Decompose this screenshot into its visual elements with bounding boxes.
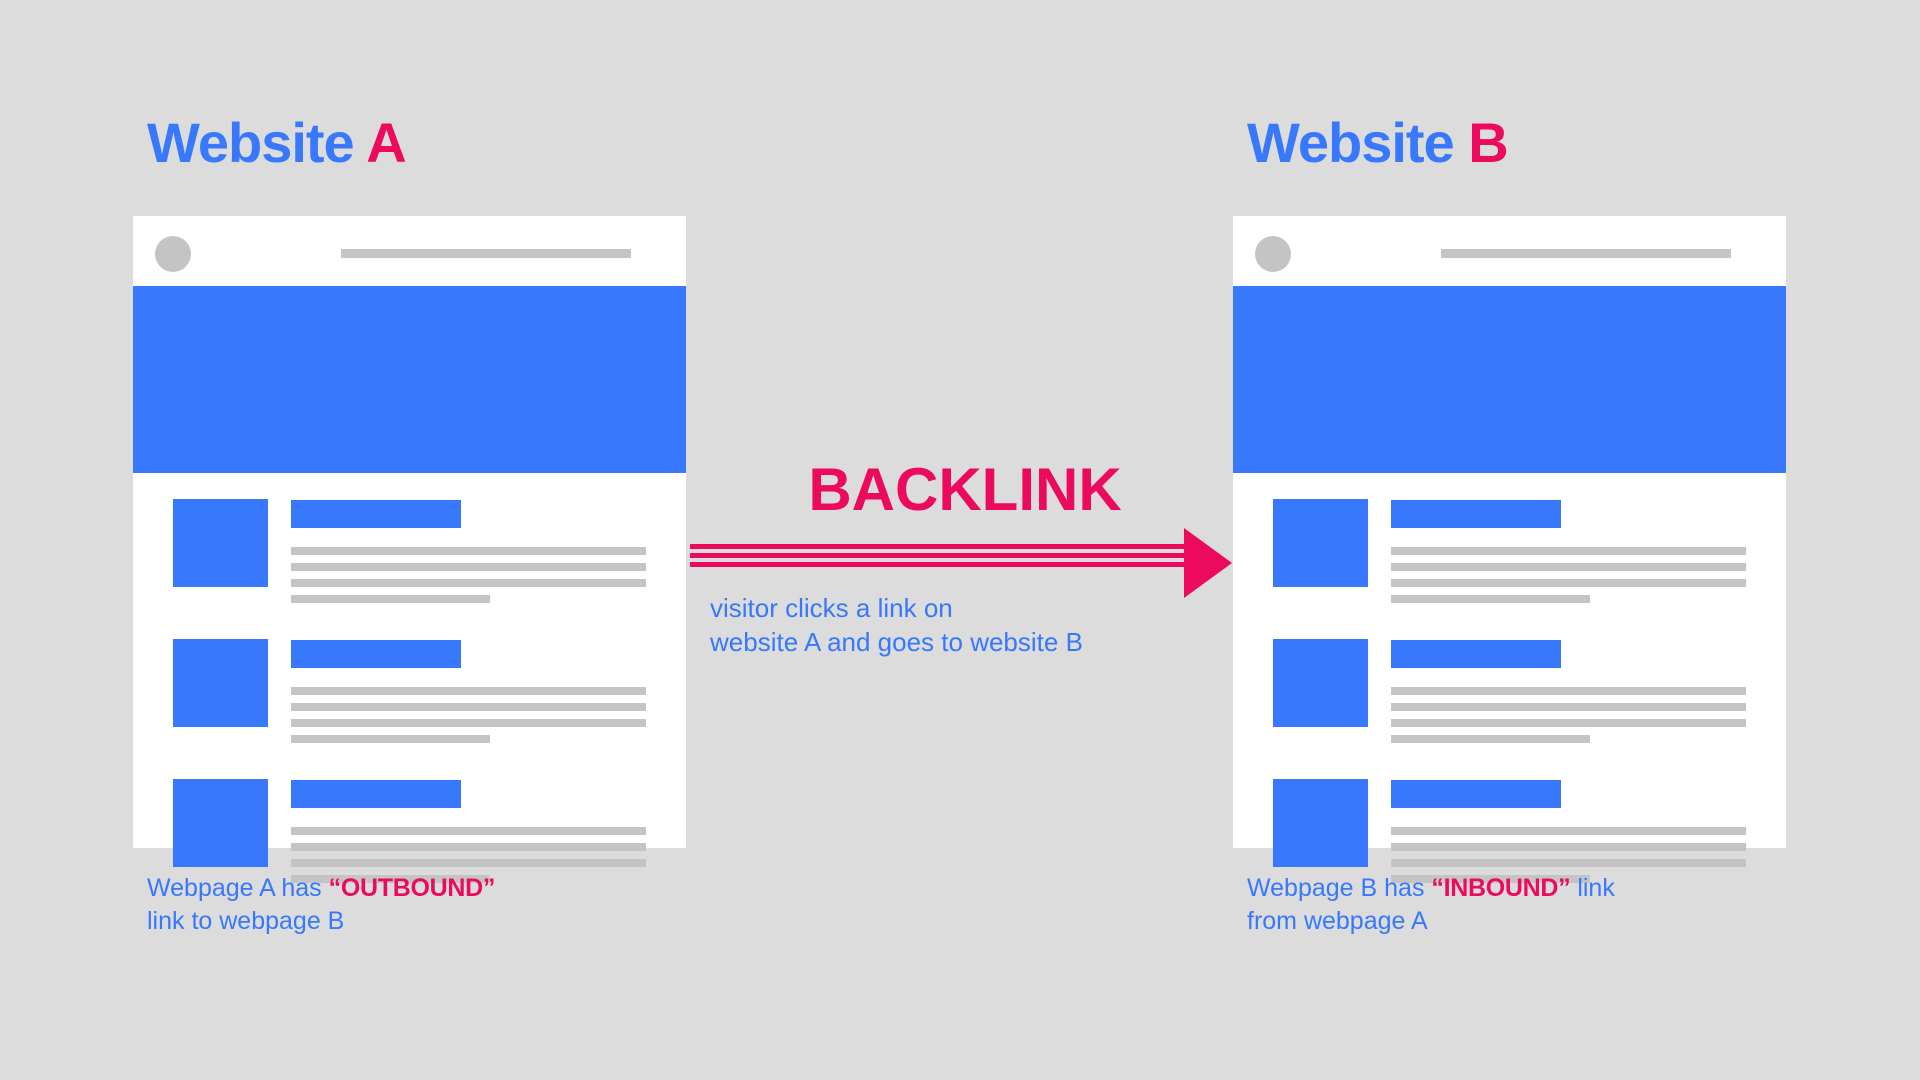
text-line-placeholder <box>291 547 646 555</box>
website-a-title: Website A <box>147 115 407 171</box>
website-b-content-list <box>1233 473 1786 883</box>
nav-placeholder-bar <box>1441 249 1731 258</box>
text-line-placeholder <box>1391 827 1746 835</box>
text-line-placeholder <box>291 827 646 835</box>
list-item-title-placeholder <box>291 640 461 668</box>
thumbnail-placeholder <box>173 499 268 587</box>
website-b-caption-before: Webpage B has <box>1247 874 1432 902</box>
thumbnail-placeholder <box>173 779 268 867</box>
website-a-content-list <box>133 473 686 883</box>
website-b-caption: Webpage B has “INBOUND” link from webpag… <box>1247 872 1767 939</box>
text-line-placeholder <box>1391 735 1590 743</box>
text-line-placeholder <box>1391 687 1746 695</box>
website-b-caption-keyword: INBOUND <box>1443 874 1559 902</box>
list-item <box>1273 639 1746 743</box>
website-b-card-header <box>1233 216 1786 286</box>
list-item-title-placeholder <box>1391 780 1561 808</box>
list-item <box>1273 779 1746 883</box>
website-a-title-main: Website <box>147 111 355 174</box>
text-line-placeholder <box>291 563 646 571</box>
website-b-hero-banner <box>1233 286 1786 473</box>
backlink-label: BACKLINK <box>808 456 1122 523</box>
logo-avatar-icon <box>155 236 191 272</box>
text-line-placeholder <box>291 579 646 587</box>
text-line-placeholder <box>1391 563 1746 571</box>
text-line-placeholder <box>291 719 646 727</box>
list-item-title-placeholder <box>1391 640 1561 668</box>
website-a-caption-before: Webpage A has <box>147 874 329 902</box>
text-line-placeholder <box>1391 595 1590 603</box>
website-a-caption: Webpage A has “OUTBOUND” link to webpage… <box>147 872 667 939</box>
list-item-text <box>291 499 646 603</box>
nav-placeholder-bar <box>341 249 631 258</box>
backlink-subtitle-line2: website A and goes to website B <box>710 626 1083 657</box>
website-a-browser-card <box>133 216 686 883</box>
list-item <box>1273 499 1746 603</box>
arrow-head-icon <box>1184 528 1232 598</box>
backlink-subtitle-line1: visitor clicks a link on <box>710 593 953 623</box>
backlink-connector: BACKLINK visitor clicks a link on websit… <box>690 460 1240 660</box>
website-b-caption-line2: from webpage A <box>1247 907 1428 936</box>
list-item-title-placeholder <box>291 780 461 808</box>
text-line-placeholder <box>291 859 646 867</box>
backlink-subtitle: visitor clicks a link on website A and g… <box>690 592 1240 660</box>
website-b-title-accent: B <box>1468 111 1508 174</box>
website-a-title-accent: A <box>366 111 406 174</box>
text-line-placeholder <box>1391 859 1746 867</box>
thumbnail-placeholder <box>1273 499 1368 587</box>
text-line-placeholder <box>1391 547 1746 555</box>
website-a-card-header <box>133 216 686 286</box>
website-b-caption-after: link <box>1570 874 1615 902</box>
list-item-title-placeholder <box>291 500 461 528</box>
thumbnail-placeholder <box>173 639 268 727</box>
backlink-arrow <box>690 528 1240 598</box>
text-line-placeholder <box>291 687 646 695</box>
list-item <box>173 499 646 603</box>
list-item-text <box>1391 639 1746 743</box>
thumbnail-placeholder <box>1273 779 1368 867</box>
text-line-placeholder <box>291 735 490 743</box>
website-a-caption-close-quote: ” <box>482 874 496 902</box>
list-item-text <box>291 779 646 883</box>
text-line-placeholder <box>291 703 646 711</box>
website-b-title: Website B <box>1247 115 1509 171</box>
list-item-text <box>1391 779 1746 883</box>
text-line-placeholder <box>291 843 646 851</box>
text-line-placeholder <box>291 595 490 603</box>
website-a-hero-banner <box>133 286 686 473</box>
text-line-placeholder <box>1391 843 1746 851</box>
website-a-caption-keyword: OUTBOUND <box>340 874 483 902</box>
arrow-line-bottom <box>690 562 1188 567</box>
website-b-title-main: Website <box>1247 111 1455 174</box>
text-line-placeholder <box>1391 703 1746 711</box>
logo-avatar-icon <box>1255 236 1291 272</box>
website-a-caption-open-quote: “ <box>328 874 342 902</box>
diagram-canvas: Website A Webpage A has “OUTBOUND” link … <box>0 0 1920 1080</box>
thumbnail-placeholder <box>1273 639 1368 727</box>
list-item <box>173 639 646 743</box>
website-a-caption-line2: link to webpage B <box>147 907 345 936</box>
website-b-browser-card <box>1233 216 1786 883</box>
text-line-placeholder <box>1391 579 1746 587</box>
text-line-placeholder <box>1391 719 1746 727</box>
list-item-text <box>1391 499 1746 603</box>
website-b-caption-close-quote: ” <box>1558 874 1571 902</box>
list-item-title-placeholder <box>1391 500 1561 528</box>
backlink-arrow-shaft <box>690 544 1188 567</box>
list-item <box>173 779 646 883</box>
website-b-caption-open-quote: “ <box>1431 874 1444 902</box>
list-item-text <box>291 639 646 743</box>
